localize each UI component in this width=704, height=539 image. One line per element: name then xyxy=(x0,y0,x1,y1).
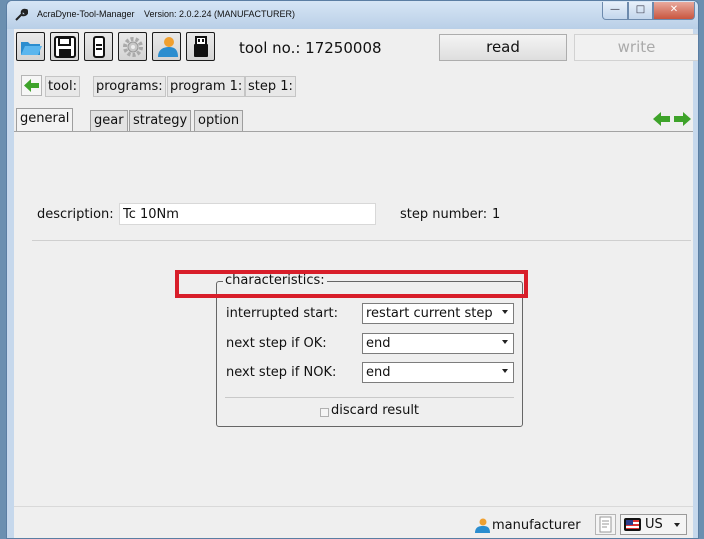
write-button[interactable]: write xyxy=(574,34,698,61)
tab-strategy[interactable]: strategy xyxy=(129,110,192,132)
breadcrumb-step-1[interactable]: step 1: xyxy=(245,76,296,97)
characteristics-group: characteristics: interrupted start: rest… xyxy=(216,273,523,427)
settings-button[interactable] xyxy=(118,32,147,61)
breadcrumb: tool: programs: program 1: step 1: xyxy=(14,71,693,101)
next-step-ok-select[interactable]: end xyxy=(362,333,514,354)
description-input[interactable] xyxy=(119,203,376,225)
breadcrumb-program-1[interactable]: program 1: xyxy=(167,76,246,97)
document-icon xyxy=(599,516,612,533)
tool-button[interactable] xyxy=(84,32,113,61)
user-icon xyxy=(475,518,490,533)
tool-device-icon xyxy=(93,36,105,58)
next-step-nok-label: next step if NOK: xyxy=(226,365,337,380)
us-flag-icon xyxy=(624,518,641,531)
tab-general[interactable]: general xyxy=(16,108,74,132)
step-number-label: step number: xyxy=(400,207,488,222)
discard-result-checkbox[interactable] xyxy=(320,408,329,417)
next-tab-icon[interactable] xyxy=(672,109,692,129)
window-title: AcraDyne-Tool-Manager xyxy=(37,9,135,19)
language-label: US xyxy=(645,517,663,532)
title-bar: AcraDyne-Tool-Manager Version: 2.0.2.24 … xyxy=(7,1,698,29)
toolbar: tool no.: 17250008 read write xyxy=(14,29,698,67)
general-tab-panel: description: step number: 1 characterist… xyxy=(14,132,693,506)
previous-tab-icon[interactable] xyxy=(652,109,672,129)
group-divider xyxy=(225,397,514,398)
section-divider xyxy=(32,240,691,241)
breadcrumb-programs[interactable]: programs: xyxy=(93,76,166,97)
breadcrumb-tool[interactable]: tool: xyxy=(45,76,80,97)
description-label: description: xyxy=(37,207,114,222)
minimize-button[interactable]: — xyxy=(602,2,628,20)
tab-bar: general gear strategy option xyxy=(14,107,693,132)
status-bar: manufacturer US xyxy=(14,506,693,538)
user-role-label: manufacturer xyxy=(492,518,581,533)
language-select[interactable]: US xyxy=(620,514,687,535)
folder-open-icon xyxy=(21,42,42,55)
save-button[interactable] xyxy=(50,32,79,61)
interrupted-start-select[interactable]: restart current step xyxy=(362,303,514,324)
next-step-nok-value: end xyxy=(366,365,391,380)
maximize-button[interactable]: □ xyxy=(628,2,653,20)
close-button[interactable]: ✕ xyxy=(653,2,695,20)
usb-icon xyxy=(194,36,208,57)
interrupted-start-value: restart current step xyxy=(366,306,493,321)
read-button[interactable]: read xyxy=(439,34,567,61)
usb-button[interactable] xyxy=(186,32,215,61)
wrench-app-icon xyxy=(15,8,28,21)
tool-number: tool no.: 17250008 xyxy=(239,39,382,57)
dropdown-arrow-icon xyxy=(502,310,508,314)
log-button[interactable] xyxy=(595,514,616,535)
discard-result-label[interactable]: discard result xyxy=(331,403,419,418)
dropdown-arrow-icon xyxy=(674,523,680,527)
save-icon xyxy=(54,36,76,58)
interrupted-start-label: interrupted start: xyxy=(226,306,339,321)
window-version: Version: 2.0.2.24 (MANUFACTURER) xyxy=(144,9,296,19)
step-number-value: 1 xyxy=(492,207,501,222)
open-button[interactable] xyxy=(16,32,45,61)
user-icon xyxy=(158,37,178,57)
next-step-nok-select[interactable]: end xyxy=(362,362,514,383)
next-step-ok-value: end xyxy=(366,336,391,351)
gear-icon xyxy=(123,37,143,57)
arrow-left-icon xyxy=(24,79,39,92)
dropdown-arrow-icon xyxy=(502,369,508,373)
tab-option[interactable]: option xyxy=(194,110,244,132)
highlight-annotation-box xyxy=(175,270,528,298)
dropdown-arrow-icon xyxy=(502,340,508,344)
tab-gear[interactable]: gear xyxy=(90,110,128,132)
back-button[interactable] xyxy=(21,75,42,96)
user-button[interactable] xyxy=(152,32,181,61)
next-step-ok-label: next step if OK: xyxy=(226,336,327,351)
